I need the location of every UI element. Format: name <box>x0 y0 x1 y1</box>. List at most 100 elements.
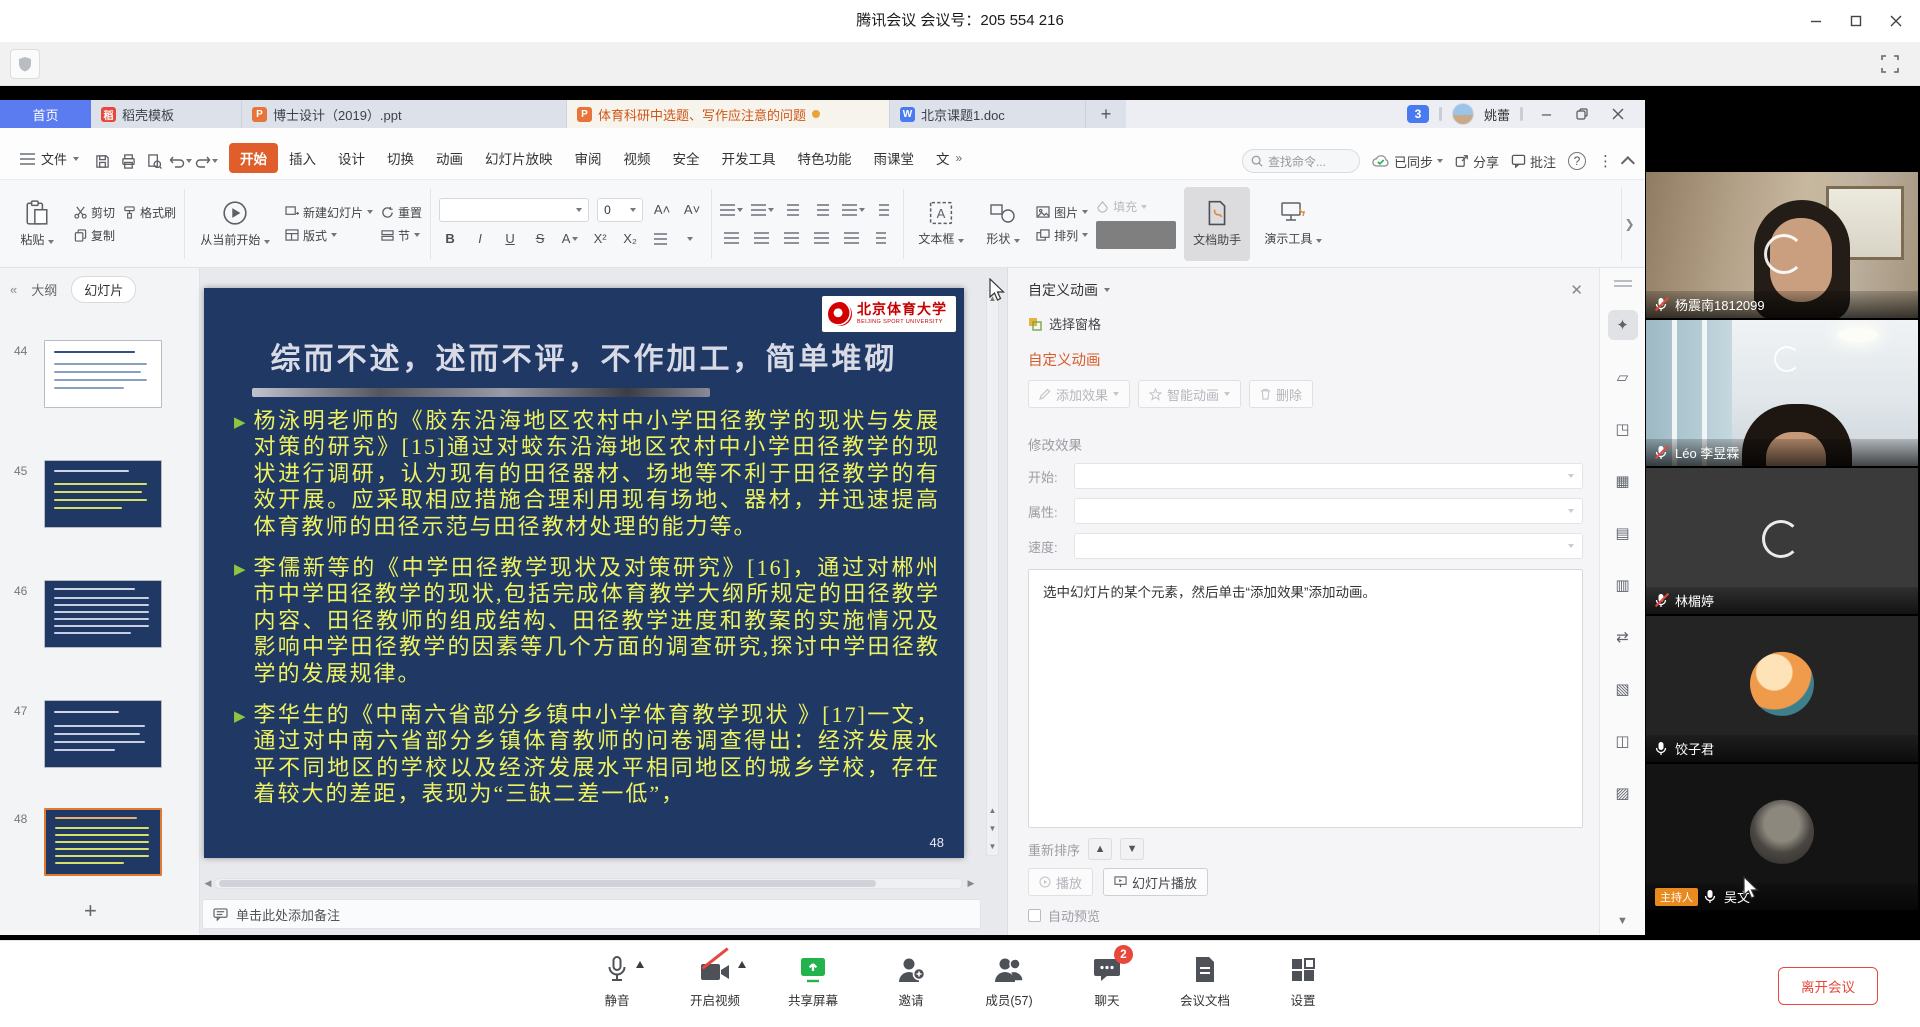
vertical-scrollbar[interactable]: ▲ ▲ ▼ ▼ <box>986 290 999 856</box>
paste-button[interactable]: 粘贴 <box>8 187 66 261</box>
collapse-ribbon-icon[interactable] <box>1621 156 1635 170</box>
start-select[interactable] <box>1074 463 1583 489</box>
add-slide-button[interactable]: + <box>84 898 97 924</box>
present-tools-button[interactable]: 演示工具 <box>1258 187 1328 261</box>
auto-preview-checkbox[interactable] <box>1028 909 1041 922</box>
smart-animation-button[interactable]: 智能动画 <box>1138 380 1241 408</box>
save-icon[interactable] <box>89 149 115 173</box>
add-effect-button[interactable]: 添加效果 <box>1028 380 1130 408</box>
section-button[interactable]: 节 <box>381 227 420 244</box>
arrange-button[interactable]: 排列 <box>1036 227 1088 244</box>
notes-input[interactable]: 单击此处添加备注 <box>202 899 981 929</box>
animation-pane-icon[interactable]: ✦ <box>1608 310 1638 340</box>
chat-button[interactable]: 2 聊天 <box>1081 953 1133 1009</box>
subscript-button[interactable]: X₂ <box>619 228 641 250</box>
outline-tab[interactable]: 大纲 <box>31 280 57 299</box>
picture-button[interactable]: 图片 <box>1036 204 1088 221</box>
slide-layout-button[interactable]: 版式 <box>285 227 337 244</box>
slide-thumbnail-46[interactable] <box>44 580 162 648</box>
scroll-right-icon[interactable]: ▶ <box>965 878 977 889</box>
strip-more-icon[interactable]: ▼ <box>1617 915 1628 935</box>
play-from-current-button[interactable]: 从当前开始 <box>193 187 277 261</box>
shapes-button[interactable]: 形状 <box>978 187 1028 261</box>
participant-tile-3[interactable]: 林楣婷 <box>1646 468 1918 614</box>
decrease-indent-icon[interactable] <box>782 199 804 221</box>
strikethrough-button[interactable]: S <box>529 228 551 250</box>
property-select[interactable] <box>1074 498 1583 524</box>
panel-close-icon[interactable]: ✕ <box>1570 281 1583 299</box>
font-size-combo[interactable]: 0 <box>597 198 643 222</box>
slides-tab[interactable]: 幻灯片 <box>71 276 136 303</box>
ribbon-tab-review[interactable]: 审阅 <box>564 143 613 173</box>
slideshow-play-button[interactable]: 幻灯片播放 <box>1103 868 1208 896</box>
start-video-button[interactable]: 开启视频 <box>689 953 741 1009</box>
ribbon-tab-video[interactable]: 视频 <box>613 143 662 173</box>
minimize-icon[interactable] <box>1796 0 1836 42</box>
comment-button[interactable]: 批注 <box>1511 152 1556 171</box>
align-right-icon[interactable] <box>780 227 802 249</box>
tab-ppt-sports-research-active[interactable]: P 体育科研中选题、写作应注意的问题 <box>567 100 890 128</box>
wps-minimize-icon[interactable] <box>1533 103 1559 125</box>
textbox-button[interactable]: A 文本框 <box>912 187 970 261</box>
invite-button[interactable]: 邀请 <box>885 953 937 1009</box>
next-slide-icon[interactable]: ▼ <box>987 821 998 837</box>
user-avatar[interactable] <box>1452 103 1474 125</box>
ribbon-tab-transition[interactable]: 切换 <box>376 143 425 173</box>
font-family-combo[interactable] <box>439 198 589 222</box>
move-up-button[interactable]: ▲ <box>1088 838 1112 860</box>
tab-docer-templates[interactable]: 稻 稻壳模板 <box>91 100 242 128</box>
decrease-font-icon[interactable]: A˅ <box>681 199 703 221</box>
horizontal-scrollbar[interactable] <box>214 878 963 889</box>
slide-canvas[interactable]: 北京体育大学 BEIJING SPORT UNIVERSITY 综而不述，述而不… <box>204 288 964 858</box>
user-name[interactable]: 姚蕾 <box>1484 105 1510 124</box>
meeting-docs-button[interactable]: 会议文档 <box>1179 953 1231 1009</box>
slide-thumbnail-45[interactable] <box>44 460 162 528</box>
ribbon-tab-security[interactable]: 安全 <box>662 143 711 173</box>
italic-button[interactable]: I <box>469 228 491 250</box>
help-icon[interactable]: ? <box>1568 152 1586 170</box>
scroll-left-icon[interactable]: ◀ <box>202 878 214 889</box>
columns-icon[interactable] <box>870 227 892 249</box>
members-button[interactable]: 成员(57) <box>983 953 1035 1009</box>
file-menu[interactable]: 文件 <box>10 144 89 173</box>
command-search-input[interactable]: 查找命令... <box>1242 149 1360 173</box>
fill-button[interactable]: 填充 <box>1096 198 1147 215</box>
animation-list-box[interactable]: 选中幻灯片的某个元素，然后单击“添加效果”添加动画。 <box>1028 569 1583 828</box>
sync-status[interactable]: 已同步 <box>1372 152 1443 171</box>
more-options-icon[interactable]: ⋮ <box>1598 152 1613 170</box>
superscript-button[interactable]: X² <box>589 228 611 250</box>
mute-button[interactable]: 静音 <box>591 953 643 1009</box>
previous-slide-icon[interactable]: ▲ <box>987 803 998 819</box>
bold-button[interactable]: B <box>439 228 461 250</box>
camera-options-caret[interactable] <box>738 961 746 968</box>
play-button[interactable]: 播放 <box>1028 868 1093 896</box>
print-preview-icon[interactable] <box>141 149 167 173</box>
increase-indent-icon[interactable] <box>812 199 834 221</box>
line-spacing-icon[interactable] <box>842 199 865 221</box>
strip-handle-icon[interactable] <box>1614 280 1632 288</box>
move-down-button[interactable]: ▼ <box>1120 838 1144 860</box>
slide-thumbnail-44[interactable] <box>44 340 162 408</box>
ribbon-tab-developer[interactable]: 开发工具 <box>711 143 787 173</box>
swap-pane-icon[interactable]: ⇄ <box>1608 622 1638 652</box>
distribute-icon[interactable] <box>840 227 862 249</box>
speed-select[interactable] <box>1074 533 1583 559</box>
chart-pane-icon[interactable]: ▥ <box>1608 570 1638 600</box>
participant-tile-4[interactable]: 饺子君 <box>1646 616 1918 762</box>
doc-assistant-button[interactable]: 文档助手 <box>1184 187 1250 261</box>
image-pane-icon[interactable]: ◫ <box>1608 726 1638 756</box>
justify-icon[interactable] <box>810 227 832 249</box>
ribbon-tab-design[interactable]: 设计 <box>327 143 376 173</box>
delete-effect-button[interactable]: 删除 <box>1249 380 1313 408</box>
maximize-icon[interactable] <box>1836 0 1876 42</box>
layout-pane-icon[interactable]: ▤ <box>1608 518 1638 548</box>
highlight-button[interactable] <box>649 228 671 250</box>
transition-pane-icon[interactable]: ▱ <box>1608 362 1638 392</box>
selection-pane-button[interactable]: 选择窗格 <box>1028 314 1583 333</box>
leave-meeting-button[interactable]: 离开会议 <box>1778 967 1878 1005</box>
format-painter-button[interactable]: 格式刷 <box>123 204 176 221</box>
tab-home[interactable]: 首页 <box>0 100 91 128</box>
doc-count-badge[interactable]: 3 <box>1407 105 1429 123</box>
wps-close-icon[interactable] <box>1605 103 1631 125</box>
menu-overflow-icon[interactable]: » <box>952 146 967 170</box>
